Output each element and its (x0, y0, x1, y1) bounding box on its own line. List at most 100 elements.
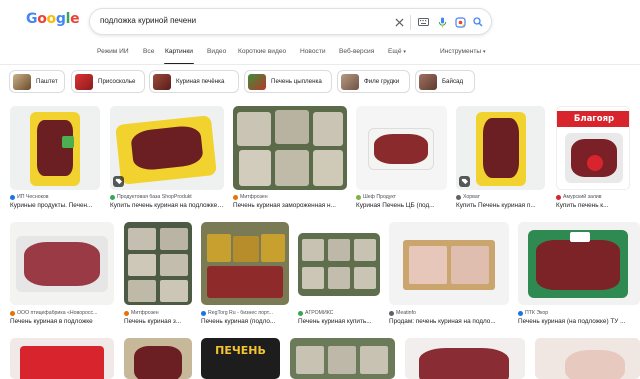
result-image[interactable] (518, 222, 640, 305)
result-image[interactable]: Благояр (556, 106, 630, 190)
search-icon[interactable] (471, 15, 485, 29)
chip-thumbnail (153, 73, 171, 90)
tab-news[interactable]: Новости (300, 48, 326, 55)
chip-chicken-liver[interactable]: Куриная печёнка (149, 70, 239, 93)
result-caption[interactable]: Печень куриная купить... (298, 318, 382, 325)
liver (536, 240, 620, 290)
package (302, 239, 324, 261)
result-image[interactable] (124, 338, 192, 379)
result-caption[interactable]: Купить Печень куриная п... (456, 202, 546, 209)
package (451, 246, 489, 284)
result-image[interactable] (298, 233, 380, 296)
tab-images[interactable]: Картинки (165, 48, 193, 55)
chip-prisoskolye[interactable]: Присосколье (71, 70, 145, 93)
search-tabs: Режим ИИ Все Картинки Видео Короткие вид… (0, 44, 640, 65)
package (360, 346, 388, 374)
label-sticker (587, 155, 603, 171)
liver (37, 120, 73, 176)
tab-video[interactable]: Видео (207, 48, 226, 55)
result-caption[interactable]: Продам: печень куриная на подло... (389, 318, 509, 325)
result-caption[interactable]: Куриная Печень ЦБ (под... (356, 202, 448, 209)
tab-all[interactable]: Все (143, 48, 154, 55)
package (128, 280, 156, 302)
result-source: Митфрозен (233, 194, 347, 200)
chip-chick-liver[interactable]: Печень цыпленка (244, 70, 332, 93)
keyboard-icon[interactable] (416, 15, 430, 29)
result-image[interactable] (110, 106, 224, 190)
result-source: Meatinfo (389, 310, 509, 316)
result-image[interactable] (124, 222, 192, 305)
result-image[interactable] (201, 222, 289, 305)
result-image[interactable] (290, 338, 395, 379)
result-image[interactable] (356, 106, 447, 190)
brand-logo: Благояр (557, 111, 629, 127)
liver (134, 346, 182, 379)
result-image[interactable] (535, 338, 640, 379)
liver (24, 242, 100, 286)
package (20, 346, 104, 379)
result-source: ПТК Экор (518, 310, 640, 316)
package (313, 150, 343, 186)
favicon-icon (201, 310, 206, 316)
result-image[interactable] (233, 106, 347, 190)
result-caption[interactable]: Печень куриная замороженная н... (233, 202, 347, 209)
liver (207, 266, 283, 298)
favicon-icon (124, 310, 129, 316)
result-caption[interactable]: Печень куриная з... (124, 318, 194, 325)
result-source: ООО птицефабрика «Новоросс... (10, 310, 114, 316)
product-tag-icon (459, 176, 470, 187)
result-source: ИП Чесноков (10, 194, 102, 200)
favicon-icon (456, 194, 461, 200)
result-caption[interactable]: Печень куриная (подло... (201, 318, 291, 325)
favicon-icon (110, 194, 115, 200)
package (128, 228, 156, 250)
result-image[interactable] (10, 338, 114, 379)
result-caption[interactable]: Купить печень куриная на подложке, ... (110, 202, 224, 209)
result-source: Митфрозен (124, 310, 194, 316)
package (237, 112, 271, 146)
refinement-chips: Паштет Присосколье Куриная печёнка Печен… (0, 70, 640, 94)
package (207, 234, 231, 262)
tab-short-video[interactable]: Короткие видео (238, 48, 286, 55)
favicon-icon (389, 310, 394, 316)
result-caption[interactable]: Купить печень к... (556, 202, 632, 209)
tools-button[interactable]: Инструменты ▾ (440, 48, 485, 55)
package (261, 234, 285, 262)
result-source: АГРОМИКС (298, 310, 382, 316)
chip-thumbnail (248, 73, 266, 90)
result-caption[interactable]: Печень куриная в подложке (10, 318, 114, 325)
google-logo[interactable]: Google (26, 11, 80, 27)
result-image[interactable] (405, 338, 525, 379)
result-image[interactable] (10, 106, 100, 190)
package (160, 254, 188, 276)
chip-breast-fillet[interactable]: Филе грудки (337, 70, 410, 93)
result-image[interactable] (389, 222, 509, 305)
package (302, 267, 324, 289)
chip-pate[interactable]: Паштет (9, 70, 65, 93)
package (328, 239, 350, 261)
clear-icon[interactable] (392, 15, 406, 29)
search-box[interactable]: подложка куриной печени (89, 8, 492, 35)
result-image[interactable] (10, 222, 114, 305)
overlay-title: ПЕЧЕНЬ (215, 344, 266, 357)
result-image[interactable] (456, 106, 545, 190)
chip-baisad[interactable]: Байсад (415, 70, 475, 93)
result-caption[interactable]: Печень куриная (на подложке) ТУ ... (518, 318, 640, 325)
tab-ai-mode[interactable]: Режим ИИ (97, 48, 129, 55)
product-tag-icon (113, 176, 124, 187)
result-caption[interactable]: Куриные продукты. Печен... (10, 202, 102, 209)
voice-search-icon[interactable] (435, 15, 449, 29)
tab-web[interactable]: Веб-версия (339, 48, 374, 55)
favicon-icon (10, 194, 15, 200)
liver (419, 348, 509, 379)
package (275, 150, 309, 186)
chip-thumbnail (75, 73, 93, 90)
tab-more[interactable]: Ещё ▾ (388, 48, 406, 55)
search-input[interactable]: подложка куриной печени (100, 16, 196, 25)
chicken-piece (565, 350, 625, 379)
result-image[interactable]: ПЕЧЕНЬ (201, 338, 280, 379)
chip-thumbnail (13, 73, 31, 90)
favicon-icon (356, 194, 361, 200)
lens-icon[interactable] (453, 15, 467, 29)
package (160, 280, 188, 302)
